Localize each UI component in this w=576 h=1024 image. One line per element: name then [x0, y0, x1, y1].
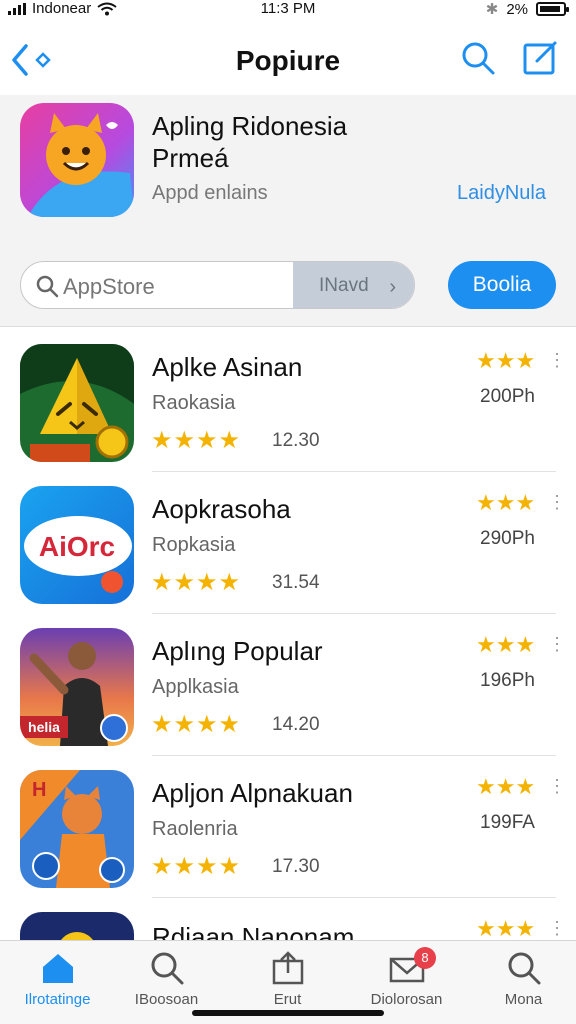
app-icon: AiOrc [20, 486, 134, 604]
search-submit-button[interactable]: Boolia [448, 261, 556, 309]
app-icon: H [20, 770, 134, 888]
app-icon-text: helia [28, 719, 60, 735]
rating-stars-small: ★★★ [476, 916, 536, 940]
rating-count: 12.30 [272, 430, 320, 451]
tab-more[interactable]: Mona [466, 947, 576, 1017]
search-row: AppStore INavd › Boolia [0, 245, 576, 327]
app-name: Aplıng Popular [152, 636, 323, 666]
search-segment-label: INavd [319, 275, 369, 296]
star-rating: ★★★★ [151, 427, 242, 454]
featured-app-link[interactable]: LaidyNula [457, 182, 546, 205]
home-icon [42, 954, 73, 983]
tab-search[interactable]: IBoosoan [109, 947, 224, 1017]
tab-label: IBoosoan [134, 991, 199, 1008]
list-item[interactable]: helia Aplıng Popular Applkasia ★★★★ 14.2… [0, 614, 576, 756]
app-icon-text: H [32, 779, 46, 801]
tab-share[interactable]: Erut [230, 947, 345, 1017]
app-category: Ropkasia [152, 534, 236, 556]
status-bar: Indonear 11:3 PM ✱ 2% [0, 0, 576, 22]
search-icon [151, 952, 183, 985]
app-icon [20, 912, 134, 940]
rating-count: 14.20 [272, 714, 320, 735]
app-category: Raolenria [152, 818, 238, 840]
search-icon [36, 275, 59, 298]
rating-stars-small: ★★★ [476, 490, 536, 515]
compose-button[interactable] [520, 38, 560, 78]
more-icon[interactable]: ⋮ [548, 350, 566, 371]
more-icon[interactable]: ⋮ [548, 918, 566, 939]
search-placeholder: AppStore [63, 274, 155, 299]
star-rating: ★★★★ [151, 711, 242, 738]
star-rating: ★★★★ [151, 853, 242, 880]
app-icon [20, 344, 134, 462]
app-size: 200Ph [480, 386, 535, 407]
search-button[interactable] [458, 38, 498, 78]
tab-label: Ilrotatinge [24, 991, 91, 1008]
rating-stars-small: ★★★ [476, 632, 536, 657]
tab-label: Diolorosan [370, 991, 443, 1008]
bluetooth-icon: ✱ [485, 1, 499, 18]
rating-count: 17.30 [272, 856, 320, 877]
share-icon [272, 951, 303, 985]
app-icon-text: AiOrc [39, 531, 115, 562]
app-size: 196Ph [480, 670, 535, 691]
app-name: Rdiaan Nanonam [152, 922, 355, 940]
list-item[interactable]: H Apljon Alpnakuan Raolenria ★★★★ 17.30 … [0, 756, 576, 898]
tab-mail[interactable]: 8 Diolorosan [349, 947, 464, 1017]
app-category: Applkasia [152, 676, 239, 698]
app-name: Aplke Asinan [152, 352, 303, 382]
list-item[interactable]: Aplke Asinan Raokasia ★★★★ 12.30 ★★★ ⋮ 2… [0, 330, 576, 472]
search-icon [462, 42, 495, 75]
app-icon: helia [20, 628, 134, 746]
nav-bar: Popiure [0, 30, 576, 90]
tab-home[interactable]: Ilrotatinge [0, 947, 115, 1017]
notification-badge: 8 [414, 947, 436, 969]
more-icon[interactable]: ⋮ [548, 492, 566, 513]
tab-label: Mona [504, 991, 543, 1008]
rating-stars-small: ★★★ [476, 348, 536, 373]
more-icon[interactable]: ⋮ [548, 776, 566, 797]
home-indicator [192, 1010, 384, 1016]
list-item[interactable]: AiOrc Aopkrasoha Ropkasia ★★★★ 31.54 ★★★… [0, 472, 576, 614]
rating-stars-small: ★★★ [476, 774, 536, 799]
status-right: ✱ 2% [485, 0, 569, 18]
list-item[interactable]: Rdiaan Nanonam ★★★ ⋮ [0, 898, 576, 940]
app-name: Aopkrasoha [152, 494, 291, 524]
rating-count: 31.54 [272, 572, 320, 593]
featured-app-title: Apling Ridonesia Prmeá [152, 111, 348, 173]
search-input[interactable]: AppStore INavd › [20, 261, 415, 309]
featured-app-icon [20, 103, 134, 217]
app-category: Raokasia [152, 392, 236, 414]
more-icon[interactable]: ⋮ [548, 634, 566, 655]
search-segment[interactable]: INavd › [293, 262, 414, 308]
app-size: 290Ph [480, 528, 535, 549]
search-icon [508, 952, 540, 985]
compose-icon [523, 41, 557, 75]
star-rating: ★★★★ [151, 569, 242, 596]
tab-label: Erut [273, 991, 302, 1008]
featured-app-subtitle: Appd enlains [152, 182, 268, 204]
app-size: 199FA [480, 812, 535, 833]
featured-app[interactable]: Apling Ridonesia Prmeá Appd enlains Laid… [0, 95, 576, 245]
battery-percent: 2% [506, 0, 528, 18]
battery-icon [536, 2, 569, 16]
chevron-right-icon: › [389, 276, 396, 298]
app-name: Apljon Alpnakuan [152, 778, 353, 808]
